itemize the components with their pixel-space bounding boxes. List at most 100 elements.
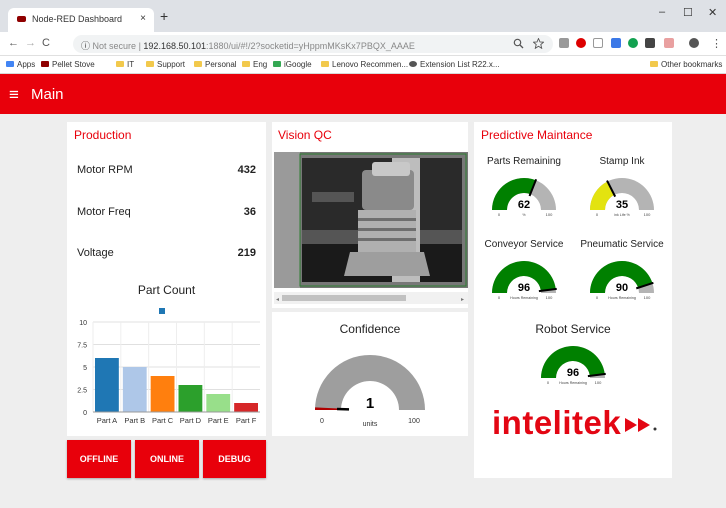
camera-image: ◂ ▸ bbox=[274, 152, 468, 304]
extension-w-icon[interactable] bbox=[593, 38, 603, 48]
gauge-min: 0 bbox=[596, 295, 599, 300]
new-tab-button[interactable]: + bbox=[160, 8, 168, 24]
bookmark-support[interactable]: Support bbox=[146, 60, 185, 69]
zoom-icon[interactable] bbox=[513, 38, 524, 49]
gauge-min: 0 bbox=[596, 212, 599, 217]
conveyor-service-title: Conveyor Service bbox=[484, 239, 564, 250]
gauge-value: 62 bbox=[518, 199, 530, 211]
confidence-gauge: 1 units 0 100 bbox=[315, 355, 425, 428]
folder-icon bbox=[650, 61, 658, 67]
gauge-max: 100 bbox=[644, 295, 651, 300]
offline-button[interactable]: OFFLINE bbox=[67, 440, 131, 478]
hamburger-menu-icon[interactable]: ≡ bbox=[9, 85, 19, 105]
gauge-min: 0 bbox=[498, 212, 501, 217]
x-tick-label: Part D bbox=[180, 416, 202, 425]
bookmark-personal[interactable]: Personal bbox=[194, 60, 237, 69]
maximize-icon[interactable]: ☐ bbox=[683, 6, 693, 19]
url-host: 192.168.50.101 bbox=[143, 41, 206, 51]
close-tab-icon[interactable]: × bbox=[140, 13, 146, 24]
gauge-max: 100 bbox=[546, 212, 553, 217]
bookmark-label: Other bookmarks bbox=[661, 60, 723, 69]
bookmark-label: Apps bbox=[17, 60, 36, 69]
voltage-label: Voltage bbox=[77, 247, 114, 259]
x-tick-label: Part F bbox=[236, 416, 257, 425]
bookmarks-bar: Apps Pellet Stove IT Support Personal En… bbox=[0, 56, 726, 74]
bookmark-pellet-stove[interactable]: Pellet Stove bbox=[41, 60, 95, 69]
bookmark-extension-list[interactable]: Extension List R22.x... bbox=[409, 60, 500, 69]
motor-rpm-label: Motor RPM bbox=[77, 164, 133, 176]
bookmark-lenovo[interactable]: Lenovo Recommen... bbox=[321, 60, 408, 69]
folder-icon bbox=[321, 61, 329, 67]
address-bar-row: ← → C ⓘ Not secure | 192.168.50.101:1880… bbox=[0, 32, 726, 56]
gauge-units: Hours Remaining bbox=[608, 296, 636, 300]
bookmark-label: Pellet Stove bbox=[52, 60, 95, 69]
browser-tab[interactable]: Node-RED Dashboard × bbox=[8, 8, 154, 32]
legend-swatch bbox=[159, 308, 165, 314]
apps-bookmark[interactable]: Apps bbox=[6, 60, 35, 69]
url-field[interactable]: ⓘ Not secure | 192.168.50.101:1880/ui/#!… bbox=[73, 35, 553, 53]
extension-record-icon[interactable] bbox=[576, 38, 586, 48]
dashboard-header: ≡ Main bbox=[0, 74, 726, 114]
gauge-units: % bbox=[522, 213, 526, 217]
reload-icon[interactable]: C bbox=[42, 37, 50, 49]
robot-service-gauge: 96 Hours Remaining 0 100 bbox=[541, 345, 606, 385]
y-tick-label: 10 bbox=[79, 320, 87, 327]
x-tick-label: Part A bbox=[97, 416, 117, 425]
other-bookmarks[interactable]: Other bookmarks bbox=[650, 60, 722, 69]
back-icon[interactable]: ← bbox=[8, 37, 19, 49]
browser-menu-icon[interactable]: ⋮ bbox=[711, 37, 722, 50]
debug-button[interactable]: DEBUG bbox=[203, 440, 266, 478]
y-tick-label: 5 bbox=[83, 365, 87, 372]
motor-freq-value: 36 bbox=[243, 206, 256, 218]
online-button[interactable]: ONLINE bbox=[135, 440, 199, 478]
gauge-value: 96 bbox=[567, 367, 579, 379]
node-red-favicon-icon bbox=[17, 16, 26, 22]
y-tick-label: 7.5 bbox=[77, 343, 87, 350]
bookmark-igoogle[interactable]: iGoogle bbox=[273, 60, 312, 69]
bookmark-label: Lenovo Recommen... bbox=[332, 60, 409, 69]
logo-chevrons-icon bbox=[625, 418, 657, 433]
url-path: :1880/ui/#!/2?socketid=yHppmMKsKx7PBQX_A… bbox=[205, 41, 415, 51]
confidence-max: 100 bbox=[408, 418, 420, 425]
gauge-min: 0 bbox=[547, 380, 550, 385]
production-card: Production Motor RPM 432 Motor Freq 36 V… bbox=[67, 122, 266, 436]
confidence-title: Confidence bbox=[339, 322, 401, 336]
bookmark-eng[interactable]: Eng bbox=[242, 60, 267, 69]
extension-mail-icon[interactable] bbox=[611, 38, 621, 48]
predictive-maintenance-title: Predictive Maintance bbox=[481, 128, 593, 142]
gauge-units: Hours Remaining bbox=[510, 296, 538, 300]
x-tick-label: Part C bbox=[152, 416, 174, 425]
info-icon[interactable]: ⓘ bbox=[81, 41, 90, 51]
motor-rpm-value: 432 bbox=[237, 164, 256, 176]
star-icon[interactable] bbox=[533, 38, 544, 49]
confidence-value: 1 bbox=[366, 395, 374, 412]
gauge-units: Hours Remaining bbox=[559, 381, 587, 385]
folder-icon bbox=[116, 61, 124, 67]
svg-text:◂: ◂ bbox=[276, 297, 279, 303]
forward-icon[interactable]: → bbox=[25, 37, 36, 49]
extension-pdf-icon[interactable] bbox=[664, 38, 674, 48]
y-tick-label: 2.5 bbox=[77, 388, 87, 395]
conveyor-service-gauge: 96 Hours Remaining 0 100 bbox=[492, 260, 557, 300]
bookmark-it[interactable]: IT bbox=[116, 60, 134, 69]
profile-avatar-icon[interactable] bbox=[689, 38, 699, 48]
gauge-value: 90 bbox=[616, 282, 628, 294]
bar-part-d bbox=[178, 385, 203, 412]
motor-freq-label: Motor Freq bbox=[77, 206, 131, 218]
gauge-units: ink Life % bbox=[614, 213, 630, 217]
part-count-title: Part Count bbox=[137, 283, 196, 297]
intelitek-logo: intelitek bbox=[492, 404, 661, 442]
vision-qc-card: Vision QC ◂ ▸ bbox=[272, 122, 468, 308]
folder-icon bbox=[194, 61, 202, 67]
igoogle-icon bbox=[273, 61, 281, 67]
bookmark-label: IT bbox=[127, 60, 135, 69]
logo-text: intelitek bbox=[492, 404, 622, 441]
extension-g-icon[interactable] bbox=[628, 38, 638, 48]
extension-sq-icon[interactable] bbox=[645, 38, 655, 48]
production-title: Production bbox=[74, 128, 132, 142]
extension-p-icon[interactable] bbox=[559, 38, 569, 48]
stamp-ink-gauge: 35 ink Life % 0 100 bbox=[590, 178, 654, 217]
window-close-icon[interactable]: ✕ bbox=[708, 6, 717, 19]
minimize-icon[interactable]: – bbox=[659, 6, 665, 18]
x-tick-label: Part B bbox=[124, 416, 145, 425]
